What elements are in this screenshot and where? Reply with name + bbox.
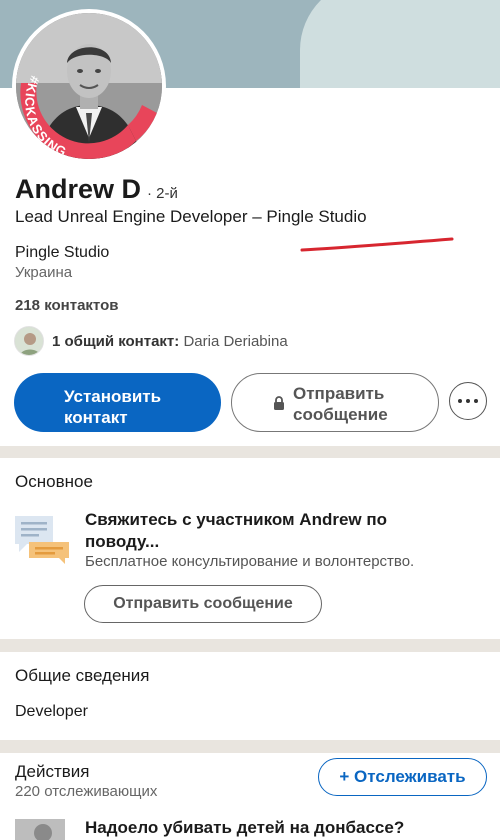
basic-section-title: Основное: [15, 472, 93, 491]
message-button[interactable]: Отправить сообщение: [231, 373, 439, 432]
activity-section-title: Действия: [15, 762, 90, 781]
mutual-connection[interactable]: 1 общий контакт: Daria Deriabina: [14, 326, 288, 356]
profile-name-row: Andrew D · 2-й: [15, 174, 178, 205]
ellipsis-icon: [458, 399, 462, 403]
mutual-connection-text: 1 общий контакт: Daria Deriabina: [52, 332, 288, 350]
basic-section: Основное Свяжитесь с участником Andrew п…: [0, 458, 500, 639]
lock-icon: [274, 396, 284, 410]
post-title[interactable]: Надоело убивать детей на донбассе?: [85, 818, 404, 838]
connection-degree: · 2-й: [147, 185, 178, 202]
chat-bubbles-icon: [15, 516, 69, 564]
basic-subtitle: Бесплатное консультирование и волонтерст…: [85, 553, 415, 570]
about-section: Общие сведения Developer: [0, 652, 500, 740]
followers-count: 220 отслеживающих: [15, 783, 158, 800]
about-section-title: Общие сведения: [15, 666, 150, 685]
connect-button[interactable]: Установить контакт: [14, 373, 221, 432]
profile-name: Andrew D: [15, 174, 142, 204]
activity-section: Действия 220 отслеживающих + Отслеживать…: [0, 753, 500, 840]
profile-headline: Lead Unreal Engine Developer – Pingle St…: [15, 207, 367, 226]
profile-company[interactable]: Pingle Studio: [15, 244, 109, 262]
post-thumbnail[interactable]: [15, 819, 65, 840]
kickassing-badge: #KICKASSING: [20, 74, 157, 159]
basic-heading: Свяжитесь с участником Andrew по поводу.…: [85, 510, 388, 551]
profile-avatar[interactable]: #KICKASSING: [12, 9, 166, 163]
red-underline-annotation: [300, 237, 454, 252]
mutual-contact-avatar: [14, 326, 44, 356]
more-options-button[interactable]: [449, 382, 487, 420]
follow-button[interactable]: + Отслеживать: [318, 758, 487, 796]
profile-location: Украина: [15, 264, 73, 281]
profile-top-card: #KICKASSING Andrew D · 2-й Lead Unreal E…: [0, 0, 500, 446]
contacts-count[interactable]: 218 контактов: [15, 297, 118, 314]
about-text: Developer: [15, 703, 88, 720]
send-message-button[interactable]: Отправить сообщение: [84, 585, 322, 623]
